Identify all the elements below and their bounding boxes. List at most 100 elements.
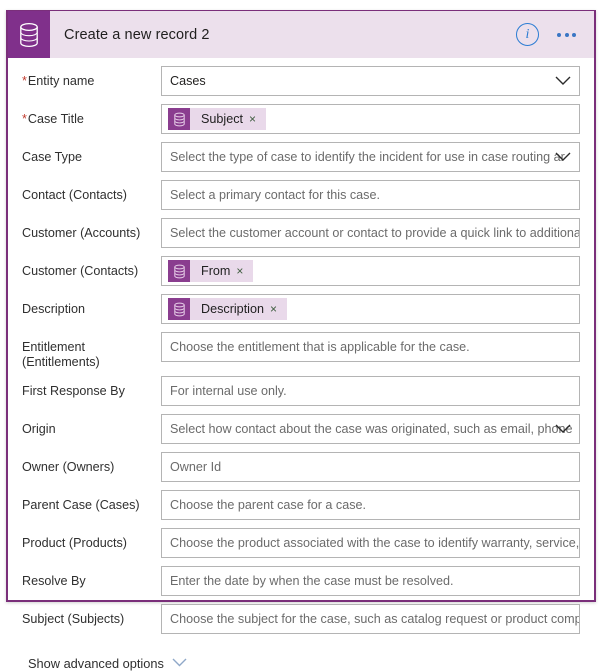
field-label: Owner (Owners) — [22, 452, 161, 475]
field-label-text: Case Type — [22, 150, 82, 164]
field-label: Customer (Contacts) — [22, 256, 161, 279]
database-icon — [168, 108, 190, 130]
token-input[interactable]: Subject × — [161, 104, 580, 134]
token-chip[interactable]: Subject × — [168, 108, 267, 130]
field-row: *Entity name Cases — [22, 66, 580, 98]
field-control: Choose the subject for the case, such as… — [161, 604, 580, 634]
field-row: Entitlement (Entitlements) Choose the ent… — [22, 332, 580, 370]
card-title: Create a new record 2 — [64, 26, 210, 43]
field-control: For internal use only. — [161, 376, 580, 406]
field-label: *Case Title — [22, 104, 161, 127]
field-label: Subject (Subjects) — [22, 604, 161, 627]
token-input[interactable]: Description × — [161, 294, 580, 324]
chevron-down-icon[interactable] — [555, 76, 571, 86]
field-label-text: Customer (Contacts) — [22, 264, 139, 278]
input-placeholder: Enter the date by when the case must be … — [170, 574, 454, 588]
input-placeholder: Select a primary contact for this case. — [170, 188, 380, 202]
field-row: *Case Title Subject × — [22, 104, 580, 136]
close-icon[interactable]: × — [270, 303, 287, 315]
field-control: Select how contact about the case was or… — [161, 414, 580, 444]
text-input[interactable]: Choose the entitlement that is applicabl… — [161, 332, 580, 362]
close-icon[interactable]: × — [249, 113, 266, 125]
dropdown-input[interactable]: Select how contact about the case was or… — [161, 414, 580, 444]
field-control: Subject × — [161, 104, 580, 134]
field-label-text: First Response By — [22, 384, 125, 398]
token-chip[interactable]: Description × — [168, 298, 288, 320]
ellipsis-icon[interactable] — [555, 29, 578, 41]
input-placeholder: Choose the entitlement that is applicabl… — [170, 340, 470, 354]
field-label-text: Customer (Accounts) — [22, 226, 141, 240]
input-placeholder: For internal use only. — [170, 384, 287, 398]
field-label: First Response By — [22, 376, 161, 399]
field-label: Customer (Accounts) — [22, 218, 161, 241]
token-label: Subject — [201, 112, 244, 126]
field-control: Choose the parent case for a case. — [161, 490, 580, 520]
text-input[interactable]: Enter the date by when the case must be … — [161, 566, 580, 596]
field-row: Origin Select how contact about the case … — [22, 414, 580, 446]
text-input[interactable]: Choose the parent case for a case. — [161, 490, 580, 520]
input-placeholder: Select the type of case to identify the … — [170, 150, 565, 164]
field-label: Resolve By — [22, 566, 161, 589]
required-indicator: * — [22, 112, 27, 126]
field-control: Enter the date by when the case must be … — [161, 566, 580, 596]
field-row: Customer (Accounts) Select the customer a… — [22, 218, 580, 250]
text-input[interactable]: Choose the subject for the case, such as… — [161, 604, 580, 634]
field-label-text: Contact (Contacts) — [22, 188, 127, 202]
field-label: Parent Case (Cases) — [22, 490, 161, 513]
database-icon — [168, 260, 190, 282]
field-row: Subject (Subjects) Choose the subject for… — [22, 604, 580, 636]
dropdown-input[interactable]: Cases — [161, 66, 580, 96]
field-row: Resolve By Enter the date by when the cas… — [22, 566, 580, 598]
text-input[interactable]: Select a primary contact for this case. — [161, 180, 580, 210]
text-input[interactable]: Select the customer account or contact t… — [161, 218, 580, 248]
field-label-text: Entity name — [27, 74, 95, 88]
required-indicator: * — [22, 74, 27, 88]
show-advanced-options-label: Show advanced options — [28, 655, 164, 671]
header-actions: i — [516, 11, 594, 58]
field-label: Description — [22, 294, 161, 317]
show-advanced-options-button[interactable]: Show advanced options — [22, 654, 187, 672]
field-label: Product (Products) — [22, 528, 161, 551]
input-placeholder: Choose the subject for the case, such as… — [170, 612, 580, 626]
field-control: Cases — [161, 66, 580, 96]
field-control: Select the type of case to identify the … — [161, 142, 580, 172]
input-placeholder: Select the customer account or contact t… — [170, 226, 580, 240]
field-row: Description Description × — [22, 294, 580, 326]
input-placeholder: Select how contact about the case was or… — [170, 422, 573, 436]
close-icon[interactable]: × — [236, 265, 253, 277]
dropdown-input[interactable]: Select the type of case to identify the … — [161, 142, 580, 172]
card-header: Create a new record 2 i — [8, 11, 594, 58]
field-control: Select the customer account or contact t… — [161, 218, 580, 248]
token-chip[interactable]: From × — [168, 260, 254, 282]
field-control: From × — [161, 256, 580, 286]
input-placeholder: Choose the product associated with the c… — [170, 536, 580, 550]
field-control: Description × — [161, 294, 580, 324]
input-placeholder: Owner Id — [170, 460, 222, 474]
field-row: Owner (Owners) Owner Id — [22, 452, 580, 484]
field-control: Select a primary contact for this case. — [161, 180, 580, 210]
text-input[interactable]: Owner Id — [161, 452, 580, 482]
field-row: Contact (Contacts) Select a primary conta… — [22, 180, 580, 212]
field-label-text: Description — [22, 302, 85, 316]
field-label: Contact (Contacts) — [22, 180, 161, 203]
input-placeholder: Choose the parent case for a case. — [170, 498, 367, 512]
field-label-text: Product (Products) — [22, 536, 127, 550]
create-record-card: Create a new record 2 i *Entity name Case… — [6, 10, 596, 671]
input-value: Cases — [170, 74, 206, 88]
token-input[interactable]: From × — [161, 256, 580, 286]
field-row: Product (Products) Choose the product ass… — [22, 528, 580, 560]
field-label: Origin — [22, 414, 161, 437]
field-label: Entitlement (Entitlements) — [22, 332, 161, 370]
field-label-text: Resolve By — [22, 574, 86, 588]
field-row: Parent Case (Cases) Choose the parent cas… — [22, 490, 580, 522]
field-row: First Response By For internal use only. — [22, 376, 580, 408]
field-label-text: Parent Case (Cases) — [22, 498, 140, 512]
token-label: Description — [201, 302, 264, 316]
field-label-text: Case Title — [27, 112, 84, 126]
database-icon — [8, 11, 50, 58]
info-icon[interactable]: i — [516, 23, 539, 46]
text-input[interactable]: For internal use only. — [161, 376, 580, 406]
field-label-text: Entitlement (Entitlements) — [22, 340, 100, 369]
field-control: Choose the entitlement that is applicabl… — [161, 332, 580, 362]
text-input[interactable]: Choose the product associated with the c… — [161, 528, 580, 558]
